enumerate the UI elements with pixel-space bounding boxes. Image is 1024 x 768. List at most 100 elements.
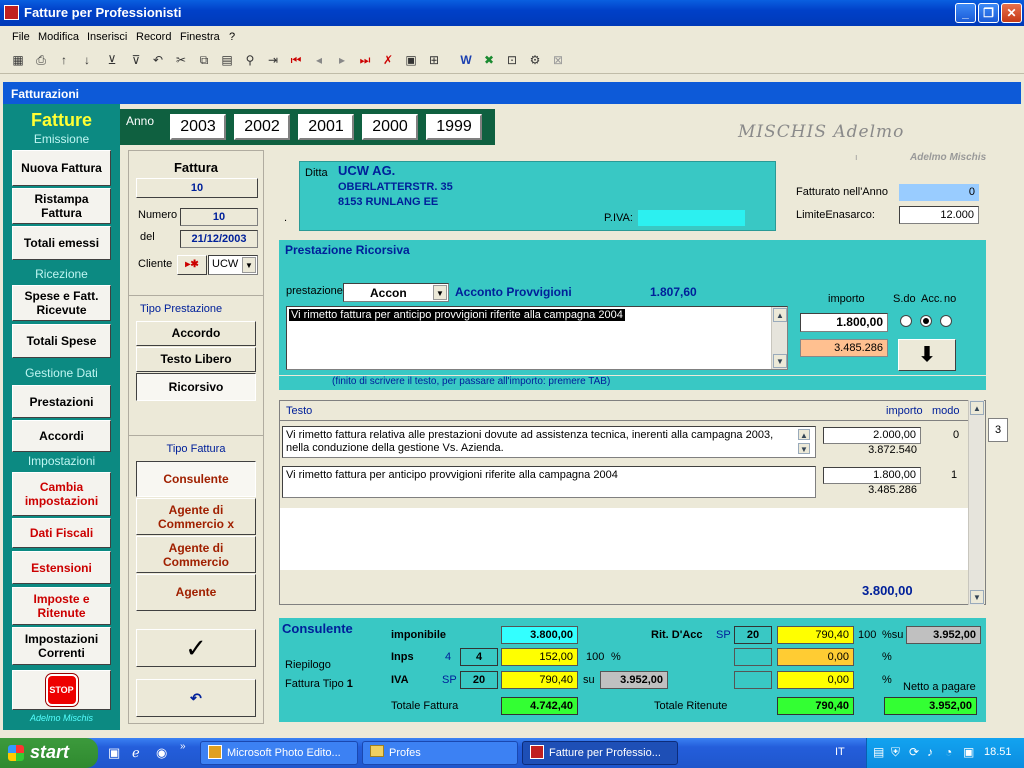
previous-record-icon[interactable]: ◂ [311,52,327,68]
task-fatture[interactable]: Fatture per Professio... [522,741,678,765]
chevron-down-icon[interactable]: ▼ [433,285,447,300]
menu-help[interactable]: ? [229,31,235,43]
row-importo[interactable]: 2.000,00 [823,427,921,444]
excel-icon[interactable]: ✖ [481,52,497,68]
quicklaunch-ie-icon[interactable]: ℯ [132,745,140,761]
year-2002-button[interactable]: 2002 [234,114,290,140]
task-profes[interactable]: Profes [362,741,518,765]
ristampa-fattura-button[interactable]: Ristampa Fattura [12,188,111,224]
menu-record[interactable]: Record [136,31,171,43]
estensioni-button[interactable]: Estensioni [12,551,111,584]
filter-form-icon[interactable]: ⊽ [128,52,144,68]
numero-field[interactable]: 10 [180,208,258,226]
agente-commercio-button[interactable]: Agente di Commercio [136,536,256,573]
undo-icon[interactable]: ↶ [150,52,166,68]
tray-device-icon[interactable]: ▣ [963,745,974,759]
spese-ricevute-button[interactable]: Spese e Fatt. Ricevute [12,285,111,321]
scroll-up-icon[interactable]: ▲ [798,429,810,440]
delete-record-icon[interactable]: ✗ [380,52,396,68]
acc-radio[interactable] [920,315,932,327]
quicklaunch-media-icon[interactable]: ◉ [156,745,167,761]
cambia-impostazioni-button[interactable]: Cambia impostazioni [12,472,111,516]
dati-fiscali-button[interactable]: Dati Fiscali [12,518,111,548]
year-1999-button[interactable]: 1999 [426,114,482,140]
print-icon[interactable]: ⎙ [33,52,49,68]
find-icon[interactable]: ⚲ [242,52,258,68]
agente-commercio-x-button[interactable]: Agente di Commercio x [136,498,256,535]
next-record-icon[interactable]: ▸ [334,52,350,68]
testo-libero-button[interactable]: Testo Libero [136,347,256,372]
quicklaunch-desktop-icon[interactable]: ▣ [108,745,120,761]
tray-security-icon[interactable]: ⛨ [891,745,900,760]
task-photo-editor[interactable]: Microsoft Photo Edito... [200,741,358,765]
sdo-radio[interactable] [900,315,912,327]
menu-modifica[interactable]: Modifica [38,31,79,43]
office-links-icon[interactable]: ⊞ [426,52,442,68]
row-importo[interactable]: 1.800,00 [823,467,921,484]
scroll-up-icon[interactable]: ▲ [970,401,984,415]
text-scrollbar[interactable]: ▲ ▼ [771,307,787,369]
menu-finestra[interactable]: Finestra [180,31,220,43]
scroll-down-icon[interactable]: ▼ [970,590,984,604]
totali-spese-button[interactable]: Totali Spese [12,324,111,358]
close-button[interactable]: ✕ [1001,3,1022,23]
cliente-new-button[interactable]: ▸✱ [177,255,207,275]
no-radio[interactable] [940,315,952,327]
prestazione-text-area[interactable]: Vi rimetto fattura per anticipo provvigi… [286,306,788,370]
scroll-down-icon[interactable]: ▼ [798,443,810,454]
accordo-button[interactable]: Accordo [136,321,256,346]
scroll-down-icon[interactable]: ▼ [773,354,787,368]
table-row[interactable]: Vi rimetto fattura per anticipo provvigi… [280,464,968,504]
language-indicator[interactable]: IT [835,746,845,758]
date-field[interactable]: 21/12/2003 [180,230,258,248]
cut-icon[interactable]: ✂ [173,52,189,68]
first-record-icon[interactable]: ⏮ [288,52,304,68]
prestazioni-button[interactable]: Prestazioni [12,385,111,418]
filter-selection-icon[interactable]: ⊻ [104,52,120,68]
window-titlebar[interactable]: Fatture per Professionisti _ ❐ ✕ [0,0,1024,26]
clock[interactable]: 18.51 [984,746,1012,758]
menu-inserisci[interactable]: Inserisci [87,31,127,43]
ricorsivo-button[interactable]: Ricorsivo [136,373,256,401]
add-row-button[interactable]: ⬇ [898,339,956,371]
righe-scrollbar[interactable]: ▲ ▼ [968,400,984,605]
consulente-button[interactable]: Consulente [136,461,256,497]
database-window-icon[interactable]: ⚙ [527,52,543,68]
accordi-button[interactable]: Accordi [12,420,111,452]
sort-ascending-icon[interactable]: ↑ [56,52,72,68]
restore-button[interactable]: ❐ [978,3,999,23]
quicklaunch-more-icon[interactable]: » [180,741,186,752]
year-2003-button[interactable]: 2003 [170,114,226,140]
stop-button[interactable]: STOP [12,670,111,710]
sort-descending-icon[interactable]: ↓ [79,52,95,68]
design-view-icon[interactable]: ▦ [10,52,26,68]
minimize-button[interactable]: _ [955,3,976,23]
save-icon[interactable]: ▣ [403,52,419,68]
table-row[interactable]: Vi rimetto fattura relativa alle prestaz… [280,424,968,464]
tray-shield-icon[interactable]: ◔ [945,745,952,759]
undo-button[interactable]: ↶ [136,679,256,717]
paste-icon[interactable]: ▤ [219,52,235,68]
tray-network-icon[interactable]: ▤ [873,745,884,759]
prestazione-select[interactable]: Accon ▼ [343,283,449,302]
close-window-icon[interactable]: ⊠ [550,52,566,68]
tray-sync-icon[interactable]: ⟳ [909,745,919,759]
properties-icon[interactable]: ⊡ [504,52,520,68]
nuova-fattura-button[interactable]: Nuova Fattura [12,150,111,186]
importo-field[interactable]: 1.800,00 [800,313,888,332]
confirm-checkmark-button[interactable]: ✓ [136,629,256,667]
row-text[interactable]: Vi rimetto fattura per anticipo provvigi… [282,466,816,498]
year-2001-button[interactable]: 2001 [298,114,354,140]
impostazioni-correnti-button[interactable]: Impostazioni Correnti [12,627,111,665]
limite-field[interactable]: 12.000 [899,206,979,224]
word-icon[interactable]: W [458,52,474,68]
last-record-icon[interactable]: ⏭ [357,52,373,68]
chevron-down-icon[interactable]: ▼ [242,257,256,273]
copy-icon[interactable]: ⧉ [196,52,212,68]
scroll-up-icon[interactable]: ▲ [773,308,787,322]
goto-icon[interactable]: ⇥ [265,52,281,68]
totali-emessi-button[interactable]: Totali emessi [12,226,111,260]
agente-button[interactable]: Agente [136,574,256,611]
menu-file[interactable]: File [12,31,30,43]
row-text[interactable]: Vi rimetto fattura relativa alle prestaz… [282,426,816,458]
